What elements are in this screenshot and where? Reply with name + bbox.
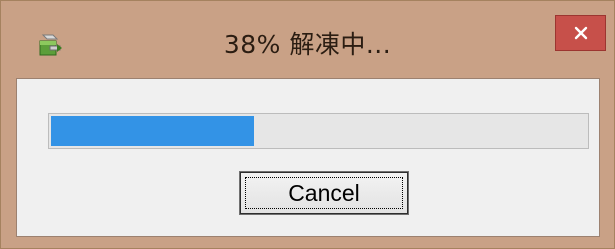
- close-button[interactable]: [555, 15, 606, 51]
- title-bar[interactable]: 38% 解凍中...: [1, 1, 614, 77]
- window-title: 38% 解凍中...: [223, 30, 392, 59]
- progress-bar: [48, 113, 589, 149]
- progress-fill: [51, 116, 254, 146]
- close-icon: [574, 26, 587, 40]
- progress-dialog: 38% 解凍中... Cancel: [0, 0, 615, 249]
- cancel-button[interactable]: Cancel: [239, 171, 409, 215]
- cancel-button-label: Cancel: [288, 179, 360, 206]
- dialog-body: Cancel: [16, 78, 600, 237]
